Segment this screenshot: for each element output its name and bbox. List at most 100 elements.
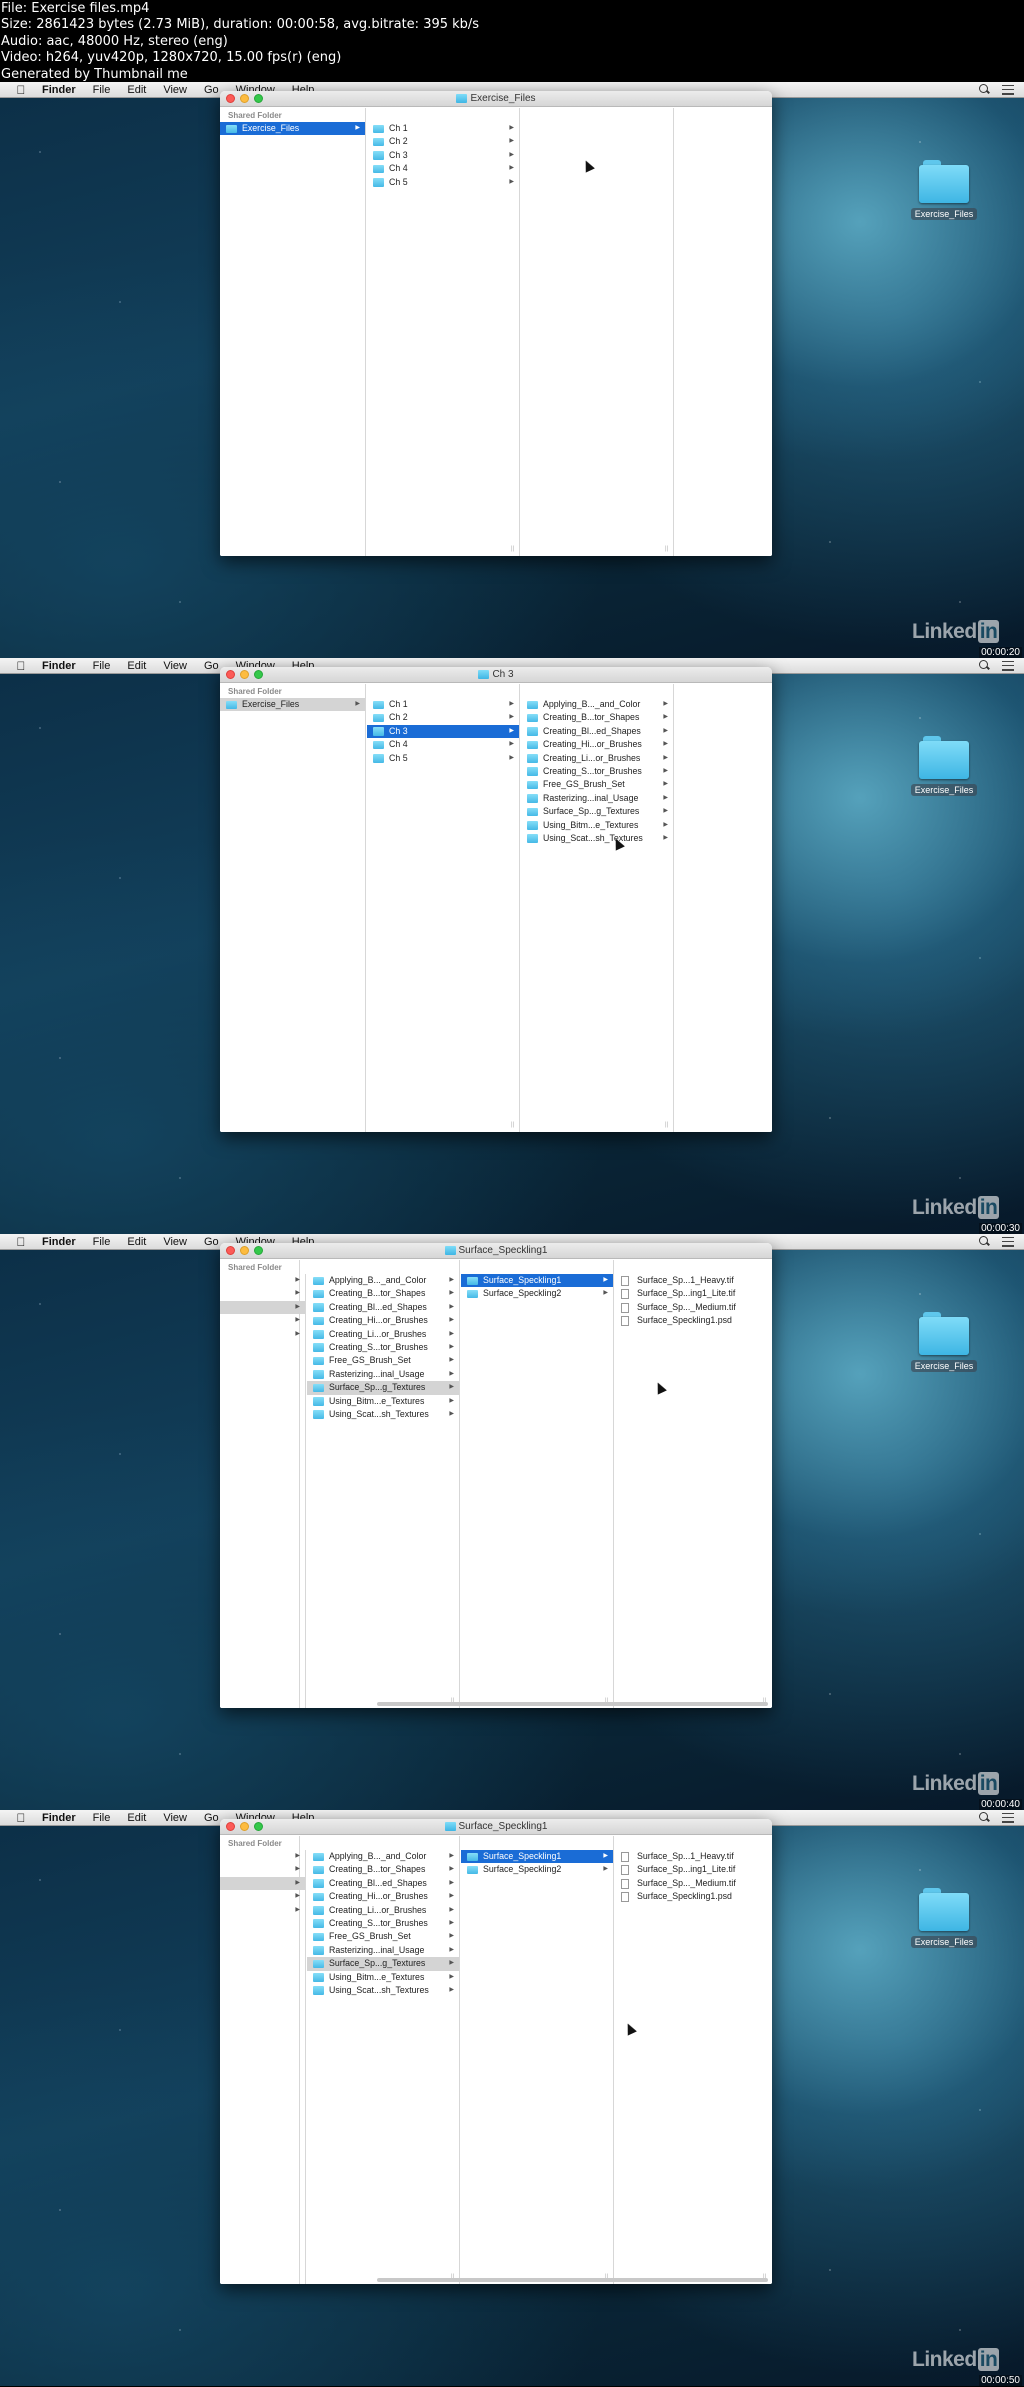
menu-finder[interactable]: Finder <box>42 660 76 672</box>
menu-file[interactable]: File <box>93 1236 111 1248</box>
list-item[interactable]: ▶ <box>220 1328 305 1341</box>
list-item[interactable]: Ch 5 ▶ <box>367 176 519 189</box>
list-item[interactable]: Surface_Speckling2 ▶ <box>461 1287 613 1300</box>
list-item[interactable]: Creating_Bl...ed_Shapes ▶ <box>521 725 673 738</box>
menu-go[interactable]: Go <box>204 660 219 672</box>
apple-menu-icon[interactable]:  <box>14 1236 28 1248</box>
list-item[interactable]: Creating_Li...or_Brushes ▶ <box>307 1328 459 1341</box>
menu-edit[interactable]: Edit <box>127 1812 146 1824</box>
horizontal-scrollbar[interactable] <box>377 2278 768 2282</box>
list-item[interactable]: Surface_Speckling2 ▶ <box>461 1863 613 1876</box>
list-item[interactable]: ▶ <box>220 1314 305 1327</box>
menu-go[interactable]: Go <box>204 1236 219 1248</box>
list-item[interactable]: Surface_Sp..._Medium.tif <box>615 1301 772 1314</box>
list-item[interactable]: Ch 5 ▶ <box>367 752 519 765</box>
spotlight-search-icon[interactable] <box>979 660 990 671</box>
list-item[interactable]: Ch 1 ▶ <box>367 122 519 135</box>
list-item[interactable]: Ch 4 ▶ <box>367 162 519 175</box>
menu-go[interactable]: Go <box>204 1812 219 1824</box>
list-item[interactable]: Creating_B...tor_Shapes ▶ <box>307 1287 459 1300</box>
list-item[interactable]: Creating_S...tor_Brushes ▶ <box>307 1917 459 1930</box>
list-item[interactable]: Free_GS_Brush_Set ▶ <box>307 1930 459 1943</box>
list-item[interactable]: Applying_B..._and_Color ▶ <box>521 698 673 711</box>
list-item[interactable]: Rasterizing...inal_Usage ▶ <box>307 1944 459 1957</box>
desktop-folder-exercise-files[interactable]: Exercise_Files <box>904 160 984 222</box>
menu-finder[interactable]: Finder <box>42 1812 76 1824</box>
notification-center-icon[interactable] <box>1002 1812 1014 1823</box>
list-item[interactable]: ▶ <box>220 1287 305 1300</box>
list-item[interactable]: ▶ <box>220 1850 305 1863</box>
sidebar-item-exercise-files[interactable]: Exercise_Files ▶ <box>220 698 365 712</box>
list-item[interactable]: Surface_Sp...ing1_Lite.tif <box>615 1287 772 1300</box>
menu-file[interactable]: File <box>93 660 111 672</box>
list-item[interactable]: Surface_Sp...1_Heavy.tif <box>615 1274 772 1287</box>
list-item[interactable]: Surface_Speckling1 ▶ <box>461 1274 613 1288</box>
notification-center-icon[interactable] <box>1002 84 1014 95</box>
list-item[interactable]: Free_GS_Brush_Set ▶ <box>307 1354 459 1367</box>
list-item[interactable]: Ch 2 ▶ <box>367 711 519 724</box>
list-item[interactable]: Creating_Li...or_Brushes ▶ <box>521 752 673 765</box>
notification-center-icon[interactable] <box>1002 1236 1014 1247</box>
menu-view[interactable]: View <box>163 1812 187 1824</box>
menu-edit[interactable]: Edit <box>127 660 146 672</box>
list-item[interactable]: ▶ <box>220 1274 305 1287</box>
list-item[interactable]: Ch 3 ▶ <box>367 149 519 162</box>
list-item[interactable]: Creating_Hi...or_Brushes ▶ <box>307 1314 459 1327</box>
spotlight-search-icon[interactable] <box>979 1236 990 1247</box>
apple-menu-icon[interactable]:  <box>14 660 28 672</box>
menu-view[interactable]: View <box>163 84 187 96</box>
spotlight-search-icon[interactable] <box>979 1812 990 1823</box>
list-item[interactable]: Creating_S...tor_Brushes ▶ <box>521 765 673 778</box>
list-item[interactable]: Using_Scat...sh_Textures ▶ <box>307 1408 459 1421</box>
list-item[interactable]: Using_Bitm...e_Textures ▶ <box>521 819 673 832</box>
window-titlebar[interactable]: Surface_Speckling1 <box>220 1243 772 1259</box>
menu-view[interactable]: View <box>163 1236 187 1248</box>
list-item[interactable]: ▶ <box>220 1904 305 1917</box>
list-item[interactable]: Rasterizing...inal_Usage ▶ <box>521 792 673 805</box>
list-item[interactable]: Creating_S...tor_Brushes ▶ <box>307 1341 459 1354</box>
list-item[interactable]: Ch 1 ▶ <box>367 698 519 711</box>
list-item[interactable]: Creating_Bl...ed_Shapes ▶ <box>307 1877 459 1890</box>
list-item[interactable]: Creating_Hi...or_Brushes ▶ <box>307 1890 459 1903</box>
menu-edit[interactable]: Edit <box>127 84 146 96</box>
menu-finder[interactable]: Finder <box>42 1236 76 1248</box>
window-titlebar[interactable]: Ch 3 <box>220 667 772 683</box>
list-item[interactable]: Free_GS_Brush_Set ▶ <box>521 778 673 791</box>
list-item[interactable]: Creating_Li...or_Brushes ▶ <box>307 1904 459 1917</box>
window-titlebar[interactable]: Exercise_Files <box>220 91 772 107</box>
list-item[interactable]: Surface_Sp...g_Textures ▶ <box>307 1957 459 1971</box>
list-item[interactable]: ▶ <box>220 1863 305 1876</box>
menu-view[interactable]: View <box>163 660 187 672</box>
list-item[interactable]: Using_Scat...sh_Textures ▶ <box>521 832 673 845</box>
list-item[interactable]: Surface_Speckling1 ▶ <box>461 1850 613 1864</box>
column-resize-handle[interactable]: || <box>665 1122 668 1128</box>
desktop-folder-exercise-files[interactable]: Exercise_Files <box>904 736 984 798</box>
menu-go[interactable]: Go <box>204 84 219 96</box>
menu-file[interactable]: File <box>93 1812 111 1824</box>
list-item[interactable]: Rasterizing...inal_Usage ▶ <box>307 1368 459 1381</box>
apple-menu-icon[interactable]:  <box>14 1812 28 1824</box>
list-item[interactable]: Surface_Sp...g_Textures ▶ <box>307 1381 459 1395</box>
list-item[interactable]: Surface_Sp...1_Heavy.tif <box>615 1850 772 1863</box>
window-titlebar[interactable]: Surface_Speckling1 <box>220 1819 772 1835</box>
list-item[interactable]: Applying_B..._and_Color ▶ <box>307 1850 459 1863</box>
list-item[interactable]: Creating_Bl...ed_Shapes ▶ <box>307 1301 459 1314</box>
menu-finder[interactable]: Finder <box>42 84 76 96</box>
spotlight-search-icon[interactable] <box>979 84 990 95</box>
list-item[interactable]: Creating_B...tor_Shapes ▶ <box>521 711 673 724</box>
list-item[interactable]: Surface_Sp...g_Textures ▶ <box>521 805 673 818</box>
list-item[interactable]: ▶ <box>220 1876 305 1891</box>
list-item[interactable]: Surface_Speckling1.psd <box>615 1314 772 1327</box>
menu-file[interactable]: File <box>93 84 111 96</box>
list-item[interactable]: Surface_Sp..._Medium.tif <box>615 1877 772 1890</box>
column-resize-handle[interactable]: || <box>511 1122 514 1128</box>
list-item[interactable]: Surface_Sp...ing1_Lite.tif <box>615 1863 772 1876</box>
list-item[interactable]: Using_Scat...sh_Textures ▶ <box>307 1984 459 1997</box>
desktop-folder-exercise-files[interactable]: Exercise_Files <box>904 1312 984 1374</box>
list-item[interactable]: Surface_Speckling1.psd <box>615 1890 772 1903</box>
list-item[interactable]: Creating_Hi...or_Brushes ▶ <box>521 738 673 751</box>
list-item[interactable]: Creating_B...tor_Shapes ▶ <box>307 1863 459 1876</box>
horizontal-scrollbar[interactable] <box>377 1702 768 1706</box>
list-item[interactable]: Ch 2 ▶ <box>367 135 519 148</box>
list-item[interactable]: Using_Bitm...e_Textures ▶ <box>307 1971 459 1984</box>
